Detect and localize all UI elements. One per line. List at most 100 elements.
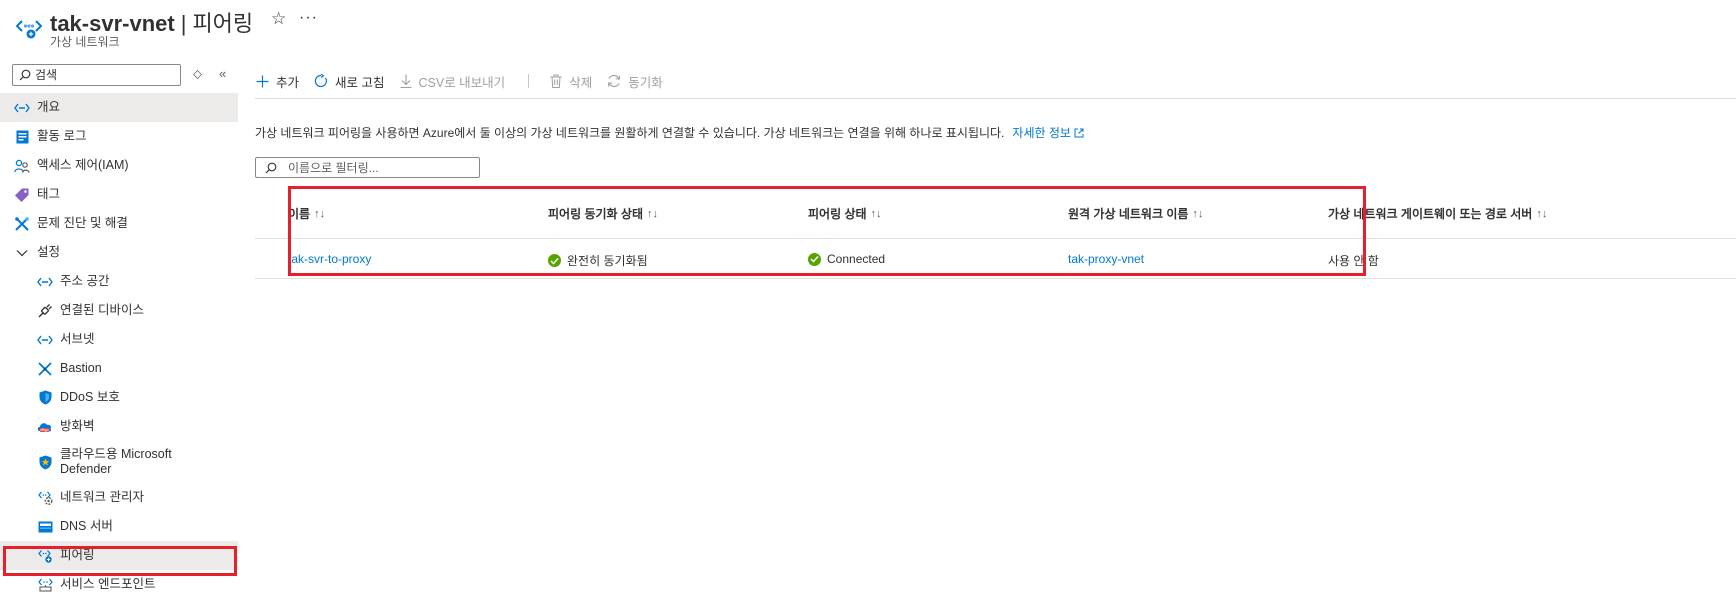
sidebar-item-tags[interactable]: 태그: [0, 180, 238, 209]
gateway-cell: 사용 안 함: [1328, 254, 1379, 268]
toolbar-divider-line: [255, 98, 1736, 99]
column-header-name[interactable]: 이름 ↑↓: [288, 205, 325, 222]
delete-label: 삭제: [569, 75, 593, 90]
plug-icon: [37, 303, 53, 319]
column-header-peering-status[interactable]: 피어링 상태 ↑↓: [808, 205, 882, 222]
sidebar-item-ddos[interactable]: DDoS 보호: [0, 383, 238, 412]
sidebar-item-bastion[interactable]: Bastion: [0, 354, 238, 383]
column-header-gateway[interactable]: 가상 네트워크 게이트웨이 또는 경로 서버 ↑↓: [1328, 205, 1547, 222]
sidebar-item-label: DNS 서버: [60, 519, 113, 533]
sidebar-item-label: 서비스 엔드포인트: [60, 577, 156, 591]
sidebar-item-service-endpoints[interactable]: 서비스 엔드포인트: [0, 570, 238, 597]
export-csv-label: CSV로 내보내기: [418, 75, 506, 90]
sidebar-item-overview[interactable]: 개요: [0, 93, 238, 122]
name-filter[interactable]: [255, 157, 480, 178]
sort-icon: ↑↓: [1192, 207, 1204, 220]
sidebar-item-label: 설정: [37, 245, 61, 259]
learn-more-link[interactable]: 자세한 정보: [1012, 126, 1084, 140]
command-bar: 추가 새로 고침 CSV로 내보내기 삭제 동기화: [256, 70, 678, 92]
external-link-icon: [1074, 127, 1084, 141]
sidebar-item-label: 방화벽: [60, 419, 95, 433]
sidebar-group-settings[interactable]: 설정: [0, 238, 238, 267]
plus-icon: [256, 75, 269, 88]
sidebar-item-iam[interactable]: 액세스 제어(IAM): [0, 151, 238, 180]
collapse-menu-icon[interactable]: «: [219, 66, 226, 81]
defender-icon: [37, 454, 53, 470]
success-check-icon: [548, 254, 561, 267]
toolbar-divider: [528, 74, 530, 88]
expand-collapse-icon[interactable]: ⬦: [193, 66, 202, 82]
refresh-label: 새로 고침: [335, 75, 385, 90]
sync-icon: [607, 74, 621, 88]
success-check-icon: [808, 252, 821, 266]
remote-vnet-link[interactable]: tak-proxy-vnet: [1068, 252, 1144, 266]
column-label: 가상 네트워크 게이트웨이 또는 경로 서버: [1328, 207, 1533, 221]
overview-icon: [14, 100, 30, 116]
sort-icon: ↑↓: [870, 207, 882, 220]
search-icon: [19, 69, 31, 81]
refresh-icon: [314, 74, 328, 88]
sync-status-cell: 완전히 동기화됨: [548, 252, 648, 269]
export-csv-button[interactable]: CSV로 내보내기: [400, 72, 506, 91]
sidebar-item-firewall[interactable]: 방화벽: [0, 412, 238, 441]
sidebar-item-network-manager[interactable]: 네트워크 관리자: [0, 483, 238, 512]
sidebar-item-label: 액세스 제어(IAM): [37, 158, 129, 172]
resource-menu: ⬦ « 개요 활동 로그 액세스 제어(IAM) 태그: [0, 60, 238, 597]
wrench-icon: [14, 216, 30, 232]
column-header-sync-status[interactable]: 피어링 동기화 상태 ↑↓: [548, 205, 658, 222]
sidebar-item-label: Bastion: [60, 361, 102, 375]
trash-icon: [550, 74, 562, 88]
add-button[interactable]: 추가: [256, 72, 299, 91]
firewall-icon: [37, 419, 53, 435]
sidebar-item-label: 주소 공간: [60, 274, 110, 288]
blade-title: 피어링: [192, 11, 254, 36]
menu-search-input[interactable]: [35, 67, 175, 83]
add-label: 추가: [276, 75, 300, 90]
dns-icon: [37, 519, 53, 535]
peerings-table: 이름 ↑↓ 피어링 동기화 상태 ↑↓ 피어링 상태 ↑↓ 원격 가상 네트워크 이름…: [255, 185, 1736, 279]
sidebar-item-label: DDoS 보호: [60, 390, 120, 404]
ellipsis-icon[interactable]: ···: [299, 9, 318, 27]
sidebar-item-label: 연결된 디바이스: [60, 303, 144, 317]
service-endpoint-icon: [37, 577, 53, 593]
virtual-network-icon: [15, 14, 43, 40]
main-content: 추가 새로 고침 CSV로 내보내기 삭제 동기화 가상 네트워크 피어링을 사…: [238, 60, 1736, 597]
peering-name-link[interactable]: tak-svr-to-proxy: [288, 252, 371, 266]
download-icon: [400, 74, 412, 88]
info-description: 가상 네트워크 피어링을 사용하면 Azure에서 둘 이상의 가상 네트워크를…: [255, 126, 1005, 140]
sidebar-item-diagnose[interactable]: 문제 진단 및 해결: [0, 209, 238, 238]
refresh-button[interactable]: 새로 고침: [314, 72, 385, 91]
column-header-remote-vnet[interactable]: 원격 가상 네트워크 이름 ↑↓: [1068, 205, 1203, 222]
people-icon: [14, 158, 30, 174]
sidebar-item-address-space[interactable]: 주소 공간: [0, 267, 238, 296]
info-text: 가상 네트워크 피어링을 사용하면 Azure에서 둘 이상의 가상 네트워크를…: [255, 124, 1084, 141]
sort-icon: ↑↓: [647, 207, 658, 220]
sidebar-item-dns-servers[interactable]: DNS 서버: [0, 512, 238, 541]
sidebar-item-subnets[interactable]: 서브넷: [0, 325, 238, 354]
name-filter-input[interactable]: [288, 160, 473, 175]
chevron-down-icon: [14, 245, 30, 261]
tag-icon: [14, 187, 30, 203]
learn-more-label: 자세한 정보: [1012, 126, 1071, 140]
sync-button[interactable]: 동기화: [607, 72, 663, 91]
activity-log-icon: [14, 129, 30, 145]
sidebar-item-label: 피어링: [60, 548, 95, 562]
column-label: 피어링 동기화 상태: [548, 207, 643, 221]
sidebar-item-defender[interactable]: 클라우드용 Microsoft Defender: [0, 441, 238, 483]
table-row[interactable]: tak-svr-to-proxy 완전히 동기화됨 Connected tak-…: [255, 239, 1736, 279]
sidebar-item-peerings[interactable]: 피어링: [0, 541, 238, 570]
shield-icon: [37, 390, 53, 406]
column-label: 이름: [288, 207, 311, 221]
sort-icon: ↑↓: [1536, 207, 1548, 220]
menu-search[interactable]: [12, 64, 181, 86]
sidebar-item-label: 문제 진단 및 해결: [37, 216, 128, 230]
sidebar-item-label: 태그: [37, 187, 61, 201]
star-icon[interactable]: ☆: [271, 9, 286, 29]
page-header: tak-svr-vnet | 피어링 가상 네트워크 ☆ ···: [0, 0, 1736, 56]
table-header: 이름 ↑↓ 피어링 동기화 상태 ↑↓ 피어링 상태 ↑↓ 원격 가상 네트워크 이름…: [255, 185, 1736, 239]
sync-status-text: 완전히 동기화됨: [567, 254, 648, 268]
sidebar-item-activity-log[interactable]: 활동 로그: [0, 122, 238, 151]
delete-button[interactable]: 삭제: [550, 72, 592, 91]
sidebar-item-connected-devices[interactable]: 연결된 디바이스: [0, 296, 238, 325]
address-space-icon: [37, 274, 53, 290]
